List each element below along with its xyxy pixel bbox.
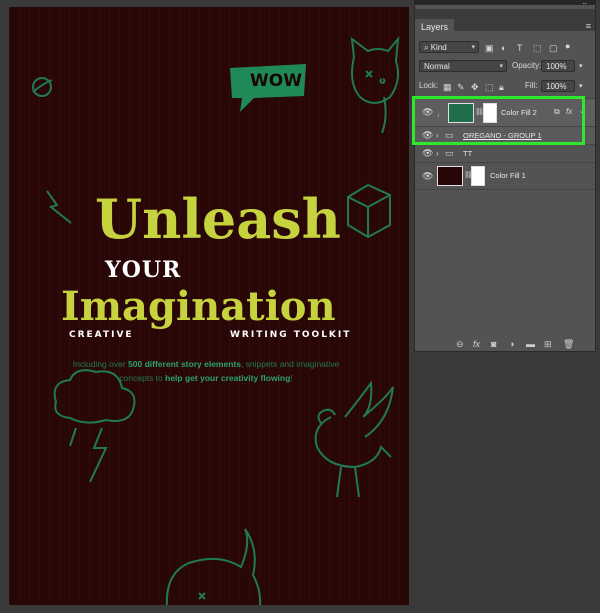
document-canvas[interactable]: WOW Unleash YOUR Imagination CREATIVE WR… <box>9 7 409 605</box>
shape-layer-filter-icon[interactable]: ⬚ <box>533 43 542 53</box>
tab-layers[interactable]: Layers <box>415 19 455 35</box>
blend-mode-value: Normal <box>424 62 450 71</box>
layer-row-color-fill-1[interactable]: 👁︎ ⛓︎ Color Fill 1 <box>415 162 595 190</box>
layers-panel: Layers ≡ ⌕ Kind ▾ ▣ ◐ T ⬚ ▢ ● Normal ▾ Opa… <box>414 4 596 352</box>
planet-doodle-icon <box>29 74 55 100</box>
layer-name[interactable]: Color Fill 1 <box>490 171 526 180</box>
bird-doodle-icon <box>301 377 401 507</box>
fill-field[interactable]: 100% <box>541 80 575 92</box>
add-style-fx-icon[interactable]: fx <box>473 339 480 349</box>
search-icon: ⌕ <box>424 43 429 52</box>
cat-doodle-icon <box>344 35 404 137</box>
filter-toggle-icon[interactable]: ● <box>565 41 570 51</box>
opacity-value: 100% <box>546 62 567 71</box>
lock-all-icon[interactable]: 🔒︎ <box>499 82 504 92</box>
title-imagination: Imagination <box>61 283 336 330</box>
filter-row: ⌕ Kind ▾ ▣ ◐ T ⬚ ▢ ● <box>415 41 595 55</box>
visibility-eye-icon[interactable]: 👁︎ <box>422 171 433 182</box>
chevron-right-icon[interactable]: › <box>436 149 439 159</box>
lock-position-icon[interactable]: ✥ <box>471 82 479 92</box>
panel-header: Layers ≡ <box>415 9 595 35</box>
adjustment-layer-filter-icon[interactable]: ◐ <box>501 43 506 53</box>
lock-artboard-icon[interactable]: ⬚ <box>485 82 494 92</box>
pixel-layer-filter-icon[interactable]: ▣ <box>485 43 494 53</box>
lock-label: Lock: <box>419 81 439 90</box>
blend-row: Normal ▾ Opacity: 100% ▾ <box>415 60 595 74</box>
fill-label: Fill: <box>525 81 538 90</box>
title-unleash: Unleash <box>95 187 341 251</box>
blurb-text: Including over 500 different story eleme… <box>71 357 341 385</box>
smart-object-filter-icon[interactable]: ▢ <box>549 43 558 53</box>
filter-kind-value: Kind <box>430 43 447 52</box>
blurb-part-3: ! <box>290 373 293 383</box>
creature-doodle-icon <box>159 523 269 605</box>
new-adjustment-layer-icon[interactable]: ◑ <box>509 339 514 349</box>
filter-kind-dropdown[interactable]: ⌕ Kind ▾ <box>419 41 479 53</box>
blurb-highlight-2: help get your creativity flowing <box>165 373 291 383</box>
blend-mode-dropdown[interactable]: Normal ▾ <box>419 60 507 72</box>
chevron-down-icon: ▾ <box>471 44 475 51</box>
opacity-field[interactable]: 100% <box>541 60 575 72</box>
layer-name[interactable]: TT <box>463 149 472 158</box>
folder-icon: ▭ <box>445 148 454 158</box>
layer-mask-thumbnail[interactable] <box>471 166 485 186</box>
lightning-doodle-icon <box>41 187 81 227</box>
chevron-down-icon: ▾ <box>499 63 503 70</box>
title-your: YOUR <box>105 257 182 283</box>
new-group-icon[interactable]: ▬ <box>526 339 535 349</box>
type-layer-filter-icon[interactable]: T <box>517 43 523 53</box>
lock-row: Lock: ▦ ✎ ✥ ⬚ 🔒︎ Fill: 100% ▾ <box>415 80 595 94</box>
layer-thumbnail <box>437 166 463 186</box>
layer-row-tt-group[interactable]: 👁︎ › ▭ TT <box>415 144 595 162</box>
opacity-label: Opacity: <box>512 61 542 70</box>
opacity-chevron-icon[interactable]: ▾ <box>579 62 583 72</box>
lock-image-icon[interactable]: ✎ <box>457 82 465 92</box>
new-layer-icon[interactable]: ⊞ <box>544 339 552 350</box>
speech-bubble: WOW <box>226 62 310 116</box>
layers-bottom-toolbar: ⊖ fx ◙ ◑ ▬ ⊞ 🗑︎ <box>415 339 595 351</box>
lock-transparent-icon[interactable]: ▦ <box>443 82 452 92</box>
fill-chevron-icon[interactable]: ▾ <box>579 82 583 92</box>
add-mask-icon[interactable]: ◙ <box>491 339 496 349</box>
delete-layer-icon[interactable]: 🗑︎ <box>563 339 574 350</box>
blurb-part-1: Including over <box>72 359 129 369</box>
speech-bubble-text: WOW <box>250 71 302 91</box>
blurb-highlight-1: 500 different story elements <box>128 359 241 369</box>
subtitle-writing-toolkit: WRITING TOOLKIT <box>230 330 352 340</box>
fill-value: 100% <box>546 82 567 91</box>
subtitle-creative: CREATIVE <box>69 330 134 340</box>
visibility-eye-icon[interactable]: 👁︎ <box>422 148 433 159</box>
link-layers-icon[interactable]: ⊖ <box>456 339 464 350</box>
selected-layer-highlight <box>412 96 585 145</box>
panel-menu-icon[interactable]: ≡ <box>586 21 591 31</box>
